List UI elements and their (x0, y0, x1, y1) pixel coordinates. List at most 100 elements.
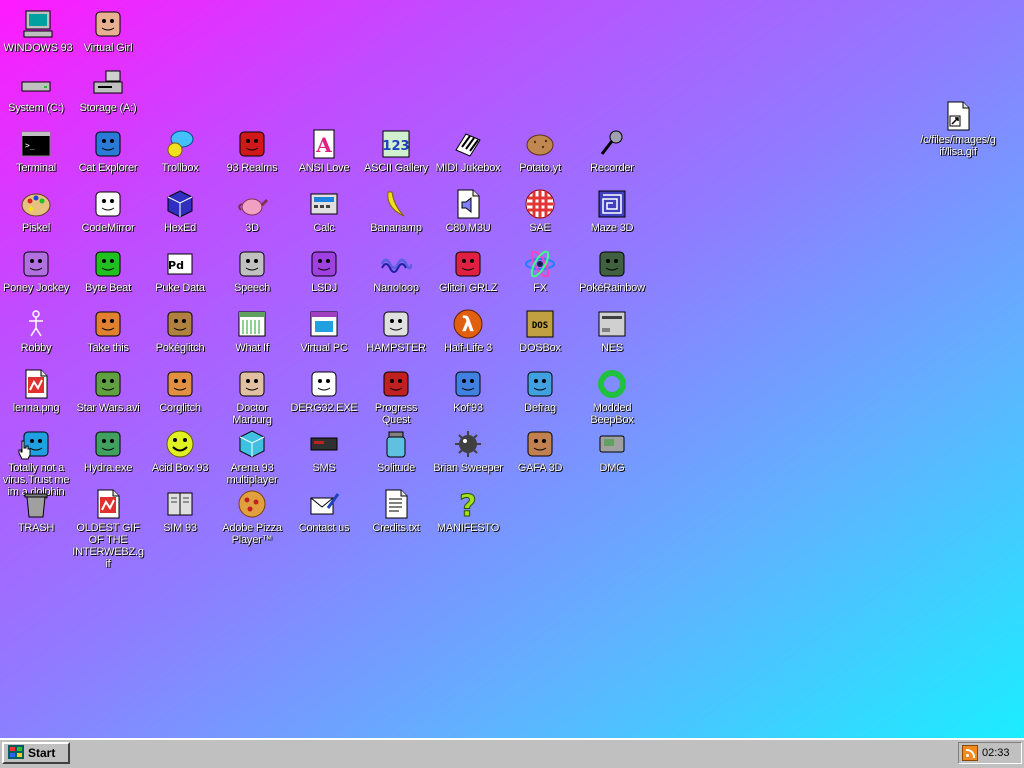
desktop-icon-solitude[interactable]: Solitude (360, 424, 432, 484)
desktop-icon-virtual-pc[interactable]: Virtual PC (288, 304, 360, 364)
desktop-icon-acid-box-93[interactable]: Acid Box 93 (144, 424, 216, 484)
desktop-icon-sae[interactable]: SAE (504, 184, 576, 244)
cat-globe-icon (92, 128, 124, 160)
desktop-icon-virtual-girl[interactable]: Virtual Girl (72, 4, 144, 64)
desktop-icon-recorder[interactable]: Recorder (576, 124, 648, 184)
desktop-icon-label: TRASH (17, 522, 55, 534)
desktop-icon-what-if[interactable]: What If (216, 304, 288, 364)
desktop-icon-piskel[interactable]: Piskel (0, 184, 72, 244)
desktop-icon-pokerainbow[interactable]: PokéRainbow (576, 244, 648, 304)
desktop-icon-pokeglitch[interactable]: Pokéglitch (144, 304, 216, 364)
rss-feed-icon[interactable] (962, 745, 978, 761)
desktop-icon-star-wars[interactable]: Star Wars.avi (72, 364, 144, 424)
desktop-icon-byte-beat[interactable]: Byte Beat (72, 244, 144, 304)
svg-text:?: ? (459, 489, 476, 520)
desktop-icon-bananamp[interactable]: Bananamp (360, 184, 432, 244)
svg-text:A: A (315, 133, 332, 157)
shortcut-file-icon (942, 100, 974, 132)
desktop-icon-nanoloop[interactable]: Nanoloop (360, 244, 432, 304)
desktop-icon-doctor-marburg[interactable]: Doctor Marburg (216, 364, 288, 426)
desktop-icon-codemirror[interactable]: CodeMirror (72, 184, 144, 244)
desktop-icon-take-this[interactable]: Take this (72, 304, 144, 364)
desktop-icon-ascii-gallery[interactable]: 123 ASCII Gallery (360, 124, 432, 184)
desktop-icon-hampster[interactable]: HAMPSTER (360, 304, 432, 364)
chat-bubble-icon (164, 128, 196, 160)
desktop-icon-system-c[interactable]: System (C:) (0, 64, 72, 124)
desktop-icon-speech[interactable]: Speech (216, 244, 288, 304)
desktop-icon-nes[interactable]: NES (576, 304, 648, 364)
desktop-icon-corglitch[interactable]: Corglitch (144, 364, 216, 424)
desktop-icon-cat-explorer[interactable]: Cat Explorer (72, 124, 144, 184)
desktop-icon-manifesto[interactable]: ? MANIFESTO (432, 484, 504, 544)
desktop-icon-label: GAFA 3D (517, 462, 563, 474)
desktop-icon-fx[interactable]: FX (504, 244, 576, 304)
desktop-icon-hexed[interactable]: HexEd (144, 184, 216, 244)
doctor-icon (236, 368, 268, 400)
desktop-icon-midi-jukebox[interactable]: MIDI Jukebox (432, 124, 504, 184)
desktop-icon-modded-beepbox[interactable]: Modded BeepBox (576, 364, 648, 426)
desktop-icon-arena-93[interactable]: Arena 93 multiplayer (216, 424, 288, 486)
teapot-icon (236, 188, 268, 220)
desktop-icon-derg32[interactable]: DERG32.EXE (288, 364, 360, 424)
desktop-icon-label: Bananamp (370, 222, 422, 234)
desktop-icon-lisa-gif[interactable]: /c/files/images/gif/lisa.gif (920, 96, 996, 158)
checkered-ball-icon (524, 188, 556, 220)
desktop-icon-maze-3d[interactable]: Maze 3D (576, 184, 648, 244)
desktop-icon-c80-m3u[interactable]: C80.M3U (432, 184, 504, 244)
desktop-icon-label: SIM 93 (163, 522, 197, 534)
desktop-icon-93-realms[interactable]: 93 Realms (216, 124, 288, 184)
desktop-icon-half-life-3[interactable]: λ Half-Life 3 (432, 304, 504, 364)
taskbar: Start 02:33 (0, 738, 1024, 768)
desktop-icon-ansi-love[interactable]: A ANSI Love (288, 124, 360, 184)
desktop-icon-label: FX (533, 282, 547, 294)
desktop-icon-credits-txt[interactable]: Credits.txt (360, 484, 432, 544)
desktop-icon-terminal[interactable]: >_ Terminal (0, 124, 72, 184)
desktop-icon-contact-us[interactable]: Contact us (288, 484, 360, 544)
desktop-icon-glitch-grlz[interactable]: Glitch GRLZ (432, 244, 504, 304)
desktop-icon-3d[interactable]: 3D (216, 184, 288, 244)
text-file-icon (380, 488, 412, 520)
desktop-icon-sms[interactable]: SMS (288, 424, 360, 484)
desktop-icon-label: MANIFESTO (436, 522, 500, 534)
desktop-icon-label: Trollbox (161, 162, 199, 174)
desktop-icon-gafa-3d[interactable]: GAFA 3D (504, 424, 576, 484)
maze-icon (596, 188, 628, 220)
desktop-icon-adobe-pizza[interactable]: Adobe Pizza Player™ (216, 484, 288, 546)
desktop-icon-dmg[interactable]: DMG (576, 424, 648, 484)
desktop-icon-poney-jockey[interactable]: Poney Jockey (0, 244, 72, 304)
desktop-icon-windows93[interactable]: WINDOWS 93 (2, 4, 74, 64)
question-mark-icon: ? (452, 488, 484, 521)
desktop-icon-potato-yt[interactable]: Potato.yt (504, 124, 576, 184)
desktop-icon-oldest-gif[interactable]: OLDEST GIF OF THE INTERWEBZ.gif (72, 484, 144, 570)
stick-figure-icon (20, 308, 52, 340)
desktop-icon-progress-quest[interactable]: Progress Quest (360, 364, 432, 426)
trainers-icon (596, 248, 628, 280)
desktop-icon-sim93[interactable]: SIM 93 (144, 484, 216, 544)
desktop-icon-label: Defrag (524, 402, 556, 414)
desktop-icon-label: Storage (A:) (79, 102, 137, 114)
desktop-icon-label: Corglitch (159, 402, 201, 414)
desktop-icon-dosbox[interactable]: DOS DOSBox (504, 304, 576, 364)
desktop-icon-trash[interactable]: TRASH (0, 484, 72, 544)
desktop-icon-label: Byte Beat (85, 282, 131, 294)
desktop-icon-defrag[interactable]: Defrag (504, 364, 576, 424)
start-button[interactable]: Start (2, 742, 70, 764)
hamster-icon (380, 308, 412, 340)
system-tray: 02:33 (958, 742, 1022, 764)
desktop-icon-robby[interactable]: Robby (0, 304, 72, 364)
clock: 02:33 (982, 747, 1010, 759)
desktop-icon-storage-a[interactable]: Storage (A:) (72, 64, 144, 124)
desktop-icon-calc[interactable]: Calc (288, 184, 360, 244)
desktop-icon-kof93[interactable]: Kof'93 (432, 364, 504, 424)
desktop-icon-trollbox[interactable]: Trollbox (144, 124, 216, 184)
desktop-icon-lsdj[interactable]: LSDJ (288, 244, 360, 304)
desktop-icon-lenna-png[interactable]: lenna.png (0, 364, 72, 424)
sms-console-icon (308, 428, 340, 460)
nes-console-icon (596, 308, 628, 340)
desktop-icon-label: Recorder (590, 162, 634, 174)
ansi-a-icon: A (308, 128, 340, 160)
desktop-icon-not-a-virus[interactable]: Totally not a virus.Trust me im a dolphi… (0, 424, 72, 498)
desktop-icon-brian-sweeper[interactable]: Brian Sweeper (432, 424, 504, 484)
desktop-icon-hydra-exe[interactable]: Hydra.exe (72, 424, 144, 484)
desktop-icon-puke-data[interactable]: Pd Puke Data (144, 244, 216, 304)
